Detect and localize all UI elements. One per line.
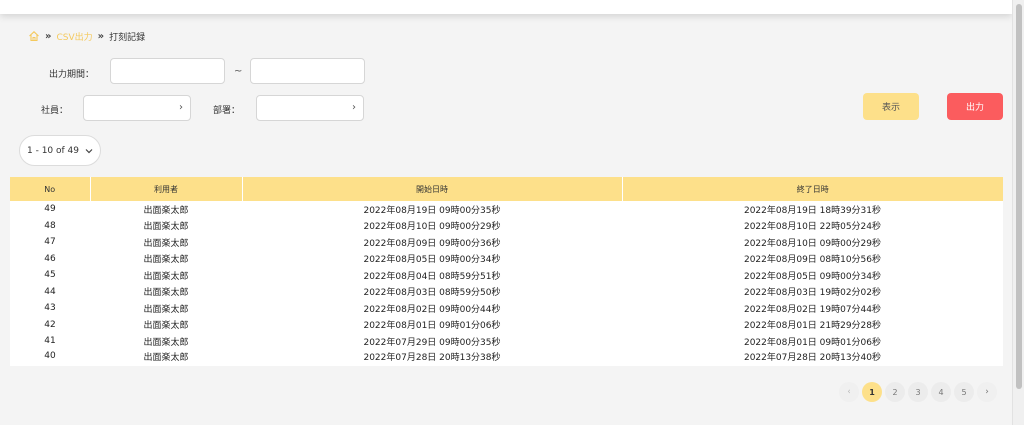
cell-user: 出面楽太郎: [143, 288, 189, 299]
cell-end: 2022年07月28日 20時13分40秒: [743, 352, 882, 363]
cell-no: 44: [44, 286, 56, 297]
cell-end: 2022年08月01日 09時01分06秒: [743, 337, 882, 348]
table-row[interactable]: 40 出面楽太郎 2022年07月28日 20時13分38秒 2022年07月28日 …: [10, 350, 1003, 367]
department-select[interactable]: ›: [256, 95, 364, 121]
chevron-down-icon: [85, 148, 93, 153]
cell-user: 出面楽太郎: [143, 222, 189, 233]
next-page-button[interactable]: ›: [977, 382, 997, 402]
chevron-right-icon: ›: [179, 102, 183, 113]
table-row[interactable]: 49 出面楽太郎 2022年08月19日 09時00分35秒 2022年08月19日 …: [10, 201, 1003, 218]
export-button[interactable]: 出力: [947, 93, 1003, 120]
cell-end: 2022年08月10日 22時05分24秒: [743, 222, 882, 233]
cell-start: 2022年08月10日 09時00分29秒: [363, 222, 501, 233]
employee-label: 社員：: [41, 106, 69, 116]
period-end-input[interactable]: [250, 58, 365, 84]
cell-user: 出面楽太郎: [143, 337, 189, 348]
cell-user: 出面楽太郎: [143, 255, 189, 266]
cell-no: 47: [44, 237, 56, 248]
vertical-scrollbar[interactable]: [1012, 0, 1024, 425]
cell-user: 出面楽太郎: [143, 205, 189, 216]
cell-user: 出面楽太郎: [143, 238, 189, 249]
cell-user: 出面楽太郎: [143, 321, 189, 332]
table-row[interactable]: 44 出面楽太郎 2022年08月03日 08時59分50秒 2022年08月03日 …: [10, 284, 1003, 301]
breadcrumb-current: 打刻記録: [109, 32, 146, 43]
cell-user: 出面楽太郎: [143, 352, 189, 363]
prev-page-button[interactable]: ‹: [839, 382, 859, 402]
cell-no: 45: [44, 270, 56, 281]
table-row[interactable]: 43 出面楽太郎 2022年08月02日 09時00分44秒 2022年08月02日 …: [10, 300, 1003, 317]
cell-no: 49: [44, 204, 56, 215]
breadcrumb: » CSV出力 » 打刻記録: [28, 29, 145, 43]
page-button-1[interactable]: 1: [862, 382, 882, 402]
period-start-input[interactable]: [110, 58, 225, 84]
cell-end: 2022年08月05日 09時00分34秒: [743, 271, 882, 282]
cell-start: 2022年07月28日 20時13分38秒: [363, 352, 501, 363]
table-row[interactable]: 48 出面楽太郎 2022年08月10日 09時00分29秒 2022年08月10日 …: [10, 218, 1003, 235]
cell-start: 2022年08月19日 09時00分35秒: [363, 205, 501, 216]
column-header-start[interactable]: 開始日時: [241, 177, 622, 201]
page-button-5[interactable]: 5: [954, 382, 974, 402]
table-body: 49 出面楽太郎 2022年08月19日 09時00分35秒 2022年08月19日 …: [10, 201, 1003, 366]
cell-start: 2022年08月03日 08時59分50秒: [363, 288, 501, 299]
cell-no: 41: [44, 336, 56, 347]
cell-start: 2022年08月01日 09時01分06秒: [363, 321, 501, 332]
page-button-3[interactable]: 3: [908, 382, 928, 402]
per-page-text: 1 - 10 of 49: [27, 145, 79, 156]
table-header-row: No 利用者 開始日時 終了日時: [10, 177, 1003, 201]
chevron-right-icon: ›: [352, 102, 356, 113]
breadcrumb-separator: »: [97, 30, 105, 42]
cell-user: 出面楽太郎: [143, 304, 189, 315]
column-header-user[interactable]: 利用者: [89, 177, 242, 201]
cell-start: 2022年07月29日 09時00分35秒: [363, 337, 501, 348]
column-header-no[interactable]: No: [10, 177, 90, 201]
cell-no: 48: [44, 220, 56, 231]
employee-select[interactable]: ›: [83, 95, 191, 121]
top-header-bar: [0, 0, 1012, 14]
cell-end: 2022年08月02日 19時07分44秒: [743, 304, 882, 315]
cell-no: 46: [44, 253, 56, 264]
pagination: ‹ 1 2 3 4 5 ›: [839, 382, 997, 402]
department-label: 部署：: [213, 106, 241, 116]
cell-end: 2022年08月01日 21時29分28秒: [743, 321, 882, 332]
cell-no: 42: [44, 319, 56, 330]
page-button-4[interactable]: 4: [931, 382, 951, 402]
table-row[interactable]: 42 出面楽太郎 2022年08月01日 09時01分06秒 2022年08月01日 …: [10, 317, 1003, 334]
cell-no: 43: [44, 303, 56, 314]
cell-start: 2022年08月04日 08時59分51秒: [363, 271, 501, 282]
period-tilde: ~: [234, 66, 243, 77]
period-label: 出力期間：: [49, 70, 95, 80]
cell-end: 2022年08月19日 18時39分31秒: [743, 205, 882, 216]
table-row[interactable]: 46 出面楽太郎 2022年08月05日 09時00分34秒 2022年08月09日 …: [10, 251, 1003, 268]
column-header-end[interactable]: 終了日時: [621, 177, 1003, 201]
breadcrumb-link-csv[interactable]: CSV出力: [56, 30, 92, 43]
cell-end: 2022年08月09日 08時10分56秒: [743, 255, 882, 266]
page-button-2[interactable]: 2: [885, 382, 905, 402]
cell-end: 2022年08月10日 09時00分29秒: [743, 238, 882, 249]
cell-user: 出面楽太郎: [143, 271, 189, 282]
cell-end: 2022年08月03日 19時02分02秒: [743, 288, 882, 299]
home-icon[interactable]: [28, 30, 40, 42]
scrollbar-thumb[interactable]: [1016, 4, 1022, 389]
show-button[interactable]: 表示: [863, 93, 919, 120]
cell-start: 2022年08月02日 09時00分44秒: [363, 304, 501, 315]
table-row[interactable]: 45 出面楽太郎 2022年08月04日 08時59分51秒 2022年08月05日 …: [10, 267, 1003, 284]
cell-no: 40: [44, 351, 56, 362]
per-page-select[interactable]: 1 - 10 of 49: [19, 135, 101, 166]
table-row[interactable]: 47 出面楽太郎 2022年08月09日 09時00分36秒 2022年08月10日 …: [10, 234, 1003, 251]
breadcrumb-separator: »: [45, 30, 52, 42]
records-table: No 利用者 開始日時 終了日時 49 出面楽太郎 2022年08月19日 09時0…: [10, 177, 1003, 366]
cell-start: 2022年08月05日 09時00分34秒: [363, 255, 501, 266]
cell-start: 2022年08月09日 09時00分36秒: [363, 238, 501, 249]
table-row[interactable]: 41 出面楽太郎 2022年07月29日 09時00分35秒 2022年08月01日 …: [10, 333, 1003, 350]
